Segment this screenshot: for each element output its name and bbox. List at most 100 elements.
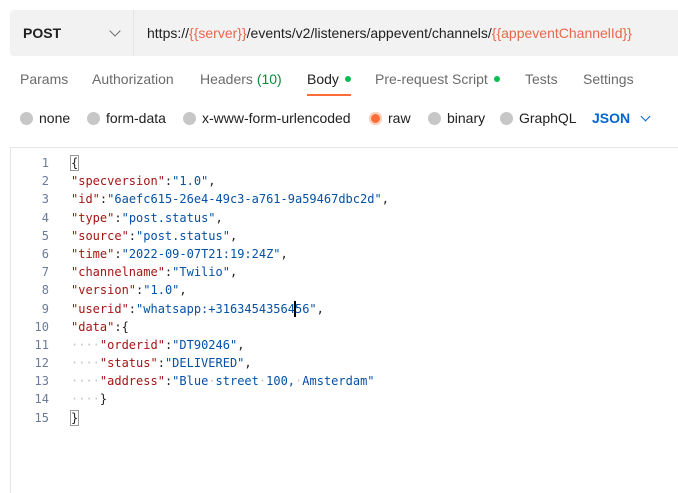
- line-number: 3: [41, 192, 49, 207]
- json-key: "channelname": [71, 265, 165, 280]
- url-variable[interactable]: {{server}}: [189, 25, 247, 41]
- chevron-down-icon: [109, 25, 121, 37]
- code-text: ····"orderid":"DT90246",: [71, 337, 245, 352]
- tab-params[interactable]: Params: [20, 66, 68, 96]
- tab-headers[interactable]: Headers (10): [200, 66, 282, 96]
- line-number: 2: [41, 174, 49, 189]
- radio-graphql[interactable]: GraphQL: [500, 106, 577, 130]
- radio-label: GraphQL: [519, 110, 577, 126]
- code-text: "time":"2022-09-07T21:19:24Z",: [71, 246, 288, 261]
- json-punctuation: ,: [280, 246, 288, 261]
- code-text: "specversion":"1.0",: [71, 174, 216, 189]
- line-number: 11: [34, 337, 49, 352]
- body-indicator-dot: [344, 76, 351, 83]
- json-key: "specversion": [71, 174, 165, 189]
- line-number: 7: [41, 265, 49, 280]
- json-value: "Blue·street·100,·Amsterdam": [172, 374, 375, 389]
- json-key: "source": [71, 228, 129, 243]
- radio-form-data[interactable]: form-data: [87, 106, 166, 130]
- radio-circle-icon: [428, 111, 441, 125]
- json-key: "address": [99, 374, 165, 389]
- format-select-label: JSON: [592, 110, 631, 126]
- radio-raw[interactable]: raw: [369, 106, 411, 130]
- json-punctuation: ,: [215, 210, 223, 225]
- radio-binary[interactable]: binary: [428, 106, 485, 130]
- method-select[interactable]: POST: [10, 10, 134, 56]
- json-value: "DELIVERED": [164, 356, 245, 371]
- code-text: "source":"post.status",: [71, 228, 238, 243]
- format-select[interactable]: JSON: [592, 106, 651, 130]
- line-number: 8: [41, 283, 49, 298]
- line-number: 9: [41, 301, 49, 316]
- line-number: 15: [34, 410, 49, 425]
- body-type-options: none form-data x-www-form-urlencoded raw…: [0, 106, 678, 130]
- code-text: {: [69, 154, 80, 172]
- url-variable[interactable]: {{appeventChannelId}}: [492, 25, 632, 41]
- json-key: "status": [99, 356, 158, 371]
- json-punctuation: ,: [237, 337, 245, 352]
- radio-label: form-data: [106, 110, 166, 126]
- json-value: "DT90246": [172, 337, 238, 352]
- json-punctuation: ,: [244, 356, 252, 371]
- json-punctuation: }: [99, 392, 108, 407]
- json-key: "userid": [71, 301, 129, 316]
- code-text: ····"address":"Blue·street·100,·Amsterda…: [71, 374, 375, 389]
- line-number: 10: [34, 319, 49, 334]
- line-number: 4: [41, 210, 49, 225]
- radio-label: raw: [388, 110, 411, 126]
- script-indicator-dot: [493, 76, 500, 83]
- code-text: ····}: [71, 390, 107, 408]
- method-label: POST: [23, 25, 62, 41]
- json-value: "post.status": [136, 228, 230, 243]
- request-url-bar: POST https://{{server}}/events/v2/listen…: [10, 10, 678, 56]
- code-text: "type":"post.status",: [71, 210, 223, 225]
- json-punctuation: ,: [381, 192, 389, 207]
- json-key: "id": [71, 192, 100, 207]
- radio-label: none: [39, 110, 71, 126]
- json-value: "2022-09-07T21:19:24Z": [121, 246, 281, 261]
- tab-settings[interactable]: Settings: [583, 66, 634, 96]
- code-text: "id":"6aefc615-26e4-49c3-a761-9a59467dbc…: [71, 192, 389, 207]
- tab-authorization[interactable]: Authorization: [92, 66, 174, 96]
- json-key: "time": [71, 246, 115, 261]
- json-punctuation: ,: [229, 265, 238, 280]
- radio-circle-icon: [500, 111, 513, 125]
- line-number: 5: [41, 228, 49, 243]
- tab-tests[interactable]: Tests: [525, 66, 558, 96]
- json-punctuation: ,: [229, 228, 238, 243]
- text-caret: [293, 301, 296, 317]
- tab-label: Headers: [200, 71, 253, 87]
- code-text: "data":{: [71, 319, 129, 334]
- tab-pre-request-script[interactable]: Pre-request Script: [375, 66, 500, 96]
- chevron-down-icon: [640, 111, 651, 121]
- line-number: 14: [34, 392, 49, 407]
- tab-label: Body: [307, 71, 339, 87]
- indent-whitespace: ····: [71, 392, 100, 407]
- radio-circle-icon: [183, 111, 196, 125]
- tab-label: Pre-request Script: [375, 71, 488, 87]
- code-text: }: [69, 409, 80, 427]
- indent-whitespace: ····: [71, 374, 100, 389]
- json-value: "post.status": [121, 210, 216, 225]
- json-value: "Twilio": [172, 265, 230, 280]
- tab-label: Tests: [525, 71, 558, 87]
- code-text: "channelname":"Twilio",: [71, 265, 238, 280]
- indent-whitespace: ····: [71, 356, 100, 371]
- line-number: 12: [34, 356, 49, 371]
- tab-label: Params: [20, 71, 69, 87]
- url-input[interactable]: https://{{server}}/events/v2/listeners/a…: [134, 25, 678, 41]
- tab-label: Authorization: [92, 71, 174, 87]
- line-number: 1: [41, 156, 49, 170]
- json-value: "whatsapp:+3163454356456": [136, 301, 317, 317]
- json-value: "6aefc615-26e4-49c3-a761-9a59467dbc2d": [107, 192, 382, 207]
- radio-none[interactable]: none: [20, 106, 70, 130]
- json-key: "orderid": [99, 337, 165, 352]
- line-number: 6: [41, 246, 49, 261]
- radio-selected-icon: [369, 111, 382, 125]
- headers-count-badge: (10): [256, 71, 282, 87]
- body-code-editor[interactable]: 1 {2 "specversion":"1.0", 3 "id":"6aefc615-2…: [10, 147, 678, 493]
- json-punctuation: ,: [208, 174, 216, 189]
- url-part: /events/v2/listeners/appevent/channels/: [246, 25, 492, 41]
- radio-x-www-form-urlencoded[interactable]: x-www-form-urlencoded: [183, 106, 351, 130]
- tab-body[interactable]: Body: [307, 66, 351, 96]
